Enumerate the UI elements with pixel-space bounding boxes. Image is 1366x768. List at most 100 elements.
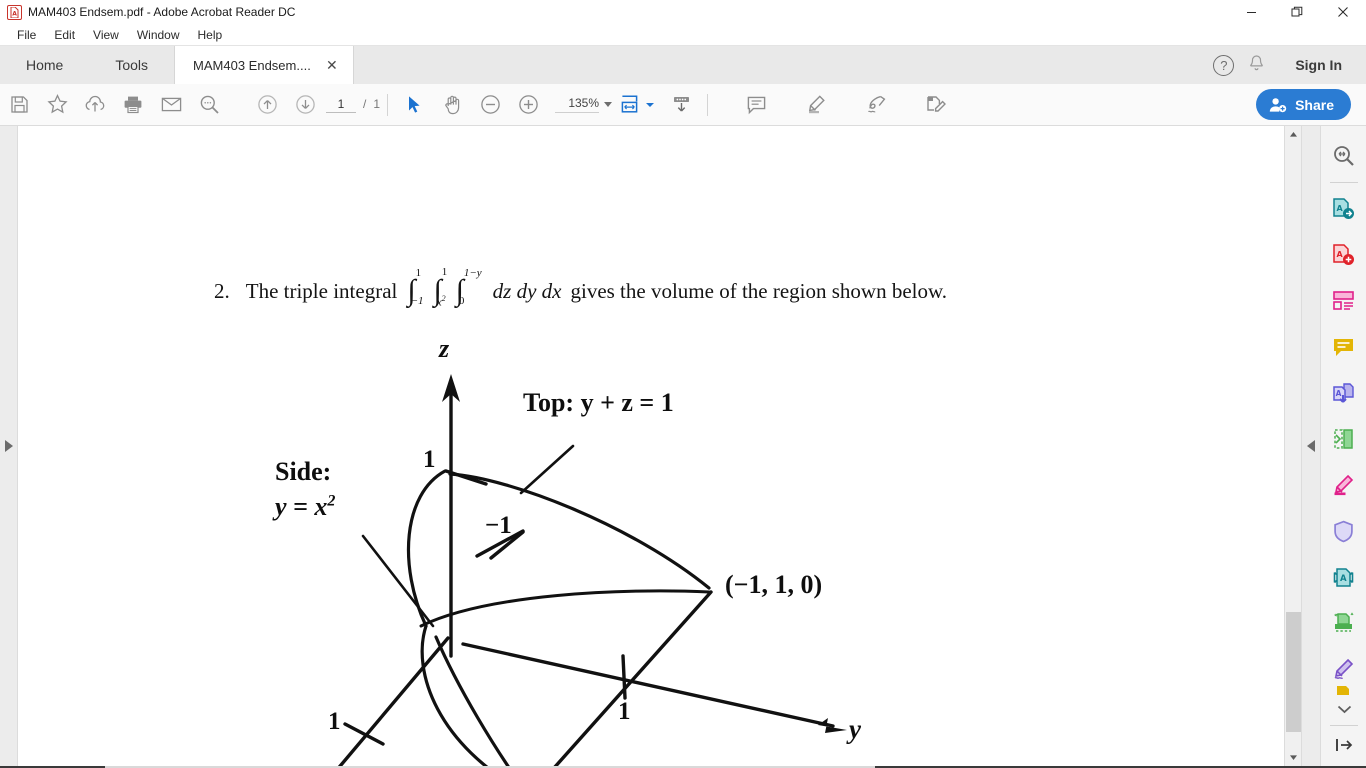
more-tools-chevron-icon[interactable] [1321, 697, 1366, 721]
page-number-input[interactable]: 1 [326, 97, 356, 113]
minimize-button[interactable] [1228, 0, 1274, 24]
notifications-bell-icon[interactable] [1248, 54, 1265, 77]
right-pane-toggle[interactable] [1301, 126, 1320, 766]
collapse-right-pane-icon[interactable] [1307, 440, 1315, 452]
zoom-out-icon[interactable] [471, 84, 509, 126]
redact-tool-icon[interactable] [1321, 462, 1366, 508]
zoom-in-icon[interactable] [509, 84, 547, 126]
document-page[interactable]: 2. The triple integral ∫ 1 −1 ∫ 1 x2 ∫ 1… [18, 126, 1284, 766]
tab-document[interactable]: MAM403 Endsem.... ✕ [174, 46, 354, 84]
rail-divider-2 [1330, 725, 1358, 726]
acrobat-app-icon: A [7, 4, 22, 20]
add-to-favorites-icon[interactable] [38, 84, 76, 126]
highlight-text-icon[interactable] [797, 84, 835, 126]
axis-label-y: y [849, 714, 861, 744]
tools-rail: A A A A [1320, 126, 1366, 766]
scrolling-mode-icon[interactable] [662, 84, 700, 126]
share-button[interactable]: Share [1256, 89, 1351, 120]
toolbar-divider-1 [387, 93, 389, 116]
sign-in-button[interactable]: Sign In [1285, 53, 1352, 77]
rail-bottom-controls [1321, 675, 1366, 760]
svg-text:A: A [1340, 574, 1347, 584]
integral-inner: ∫ 1−y 0 [455, 267, 482, 307]
rail-divider-1 [1329, 182, 1358, 183]
svg-text:A: A [12, 10, 17, 17]
tick-label-x-one: 1 [328, 708, 341, 735]
tab-document-label: MAM403 Endsem.... [193, 57, 311, 73]
print-icon[interactable] [114, 84, 152, 126]
select-cursor-icon[interactable] [395, 84, 433, 126]
draw-freehand-icon[interactable] [857, 84, 895, 126]
restore-button[interactable] [1274, 0, 1320, 24]
scrollbar-thumb[interactable] [1286, 612, 1301, 732]
combine-files-tool-icon[interactable]: A [1321, 370, 1366, 416]
fit-options-chevron-icon[interactable] [646, 102, 655, 107]
svg-text:A: A [1337, 204, 1344, 213]
tab-tools[interactable]: Tools [89, 46, 174, 84]
vertical-scrollbar[interactable] [1284, 126, 1301, 766]
menu-view[interactable]: View [84, 26, 128, 44]
help-icon[interactable]: ? [1213, 54, 1235, 76]
tick-label-neg-one: −1 [485, 512, 512, 539]
close-button[interactable] [1320, 0, 1366, 24]
save-icon[interactable] [0, 84, 38, 126]
more-tools-icon[interactable] [1321, 675, 1366, 697]
menu-edit[interactable]: Edit [45, 26, 84, 44]
email-icon[interactable] [152, 84, 190, 126]
edit-pdf-tool-icon[interactable] [1321, 278, 1366, 324]
zoom-level-selector[interactable]: 135% [555, 96, 613, 113]
fit-page-width-icon[interactable] [614, 84, 644, 126]
window-title: MAM403 Endsem.pdf - Adobe Acrobat Reader… [28, 5, 296, 19]
label-side-surface-exponent: 2 [327, 492, 336, 510]
export-pdf-tool-icon[interactable]: A [1321, 186, 1366, 232]
label-top-plane: Top: y + z = 1 [523, 388, 674, 417]
page-indicator: 1 / 1 [326, 97, 380, 113]
label-side-surface: Side: y = x2 [275, 454, 335, 524]
protect-tool-icon[interactable] [1321, 508, 1366, 554]
person-add-icon [1269, 97, 1287, 112]
solid-region-figure: z y x Top: y + z = 1 Side: y = x2 1 −1 1… [233, 326, 933, 766]
scan-and-ocr-tool-icon[interactable] [1321, 600, 1366, 646]
integral-middle: ∫ 1 x2 [434, 266, 448, 308]
integral-middle-lower-exponent: 2 [441, 293, 446, 303]
upload-to-cloud-icon[interactable] [76, 84, 114, 126]
label-side-surface-line2: y = x2 [275, 492, 336, 522]
menu-window[interactable]: Window [128, 26, 189, 44]
organize-pages-tool-icon[interactable] [1321, 416, 1366, 462]
next-page-icon[interactable] [286, 84, 324, 126]
question-line: 2. The triple integral ∫ 1 −1 ∫ 1 x2 ∫ 1… [214, 266, 948, 308]
expand-left-pane-icon[interactable] [4, 440, 13, 452]
share-button-label: Share [1295, 96, 1334, 113]
integral-middle-upper: 1 [441, 266, 448, 278]
integral-outer: ∫ 1 −1 [407, 268, 425, 307]
menu-file[interactable]: File [8, 26, 45, 44]
question-text-after: gives the volume of the region shown bel… [570, 278, 948, 303]
scroll-down-arrow[interactable] [1285, 749, 1302, 766]
workspace: 2. The triple integral ∫ 1 −1 ∫ 1 x2 ∫ 1… [0, 126, 1366, 766]
tab-home[interactable]: Home [0, 46, 89, 84]
tick-label-z-one: 1 [423, 446, 436, 473]
collapse-tools-pane-icon[interactable] [1321, 730, 1366, 760]
left-navigation-pane-toggle[interactable] [0, 126, 18, 766]
menu-help[interactable]: Help [189, 26, 232, 44]
integral-differentials: dz dy dx [492, 278, 562, 303]
page-total: 1 [373, 96, 381, 111]
axis-label-z: z [439, 334, 450, 363]
integral-outer-upper: 1 [415, 267, 422, 280]
hand-tool-icon[interactable] [433, 84, 471, 126]
title-bar: A MAM403 Endsem.pdf - Adobe Acrobat Read… [0, 0, 1366, 24]
add-comment-icon[interactable] [737, 84, 775, 126]
search-icon[interactable] [190, 84, 228, 126]
scroll-up-arrow[interactable] [1285, 126, 1302, 143]
fill-and-sign-icon[interactable] [917, 84, 955, 126]
comment-tool-icon[interactable] [1321, 324, 1366, 370]
close-tab-icon[interactable]: ✕ [325, 58, 339, 72]
previous-page-icon[interactable] [248, 84, 286, 126]
label-side-surface-line1: Side: [275, 457, 332, 486]
tick-label-y-one: 1 [618, 698, 631, 725]
create-pdf-tool-icon[interactable]: A [1321, 232, 1366, 278]
question-number: 2. [214, 278, 230, 303]
compress-pdf-tool-icon[interactable]: A [1321, 554, 1366, 600]
search-tool-icon[interactable] [1321, 133, 1366, 179]
chevron-down-icon[interactable] [604, 102, 613, 107]
